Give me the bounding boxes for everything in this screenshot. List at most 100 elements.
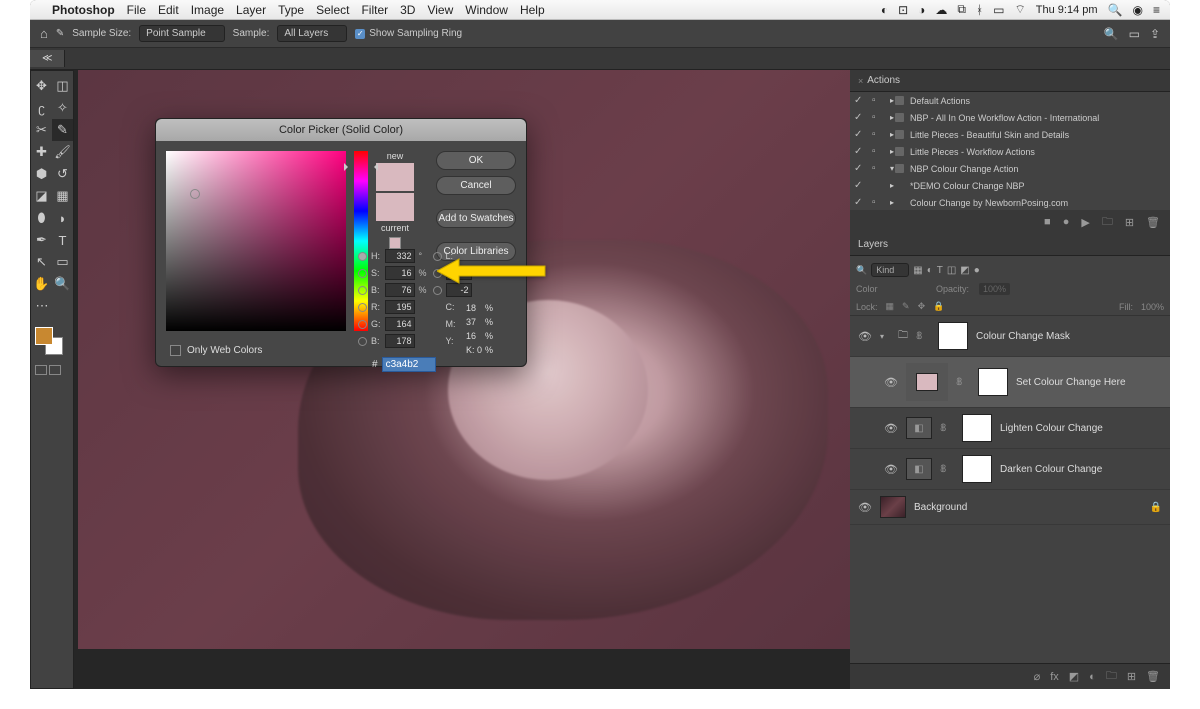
r-input[interactable]: [385, 300, 415, 314]
actions-panel-header[interactable]: ×Actions: [850, 70, 1170, 92]
blend-mode-select[interactable]: Color: [856, 284, 926, 294]
wifi-icon[interactable]: ⌔: [1015, 2, 1026, 17]
ok-button[interactable]: OK: [436, 151, 516, 170]
filter-icon[interactable]: T: [937, 265, 943, 276]
workspace-icon[interactable]: ▭: [1129, 27, 1140, 41]
eraser-tool-icon[interactable]: ◪: [31, 185, 52, 207]
layer-name[interactable]: Darken Colour Change: [1000, 464, 1102, 475]
quickmask-icon[interactable]: [35, 365, 47, 375]
solid-fill-thumb[interactable]: [906, 363, 948, 401]
battery-icon[interactable]: ▭: [993, 3, 1004, 17]
hex-input[interactable]: [382, 357, 436, 372]
doc-tab[interactable]: ≪: [30, 50, 65, 67]
g-input[interactable]: [385, 317, 415, 331]
menu-type[interactable]: Type: [278, 3, 304, 17]
b2-input[interactable]: [446, 283, 472, 297]
stop-icon[interactable]: ■: [1044, 216, 1051, 228]
sample-size-select[interactable]: Point Sample: [139, 25, 224, 42]
marquee-tool-icon[interactable]: ◫: [52, 75, 73, 97]
filter-icon[interactable]: ◫: [947, 265, 956, 276]
trash-icon[interactable]: 🗑: [1146, 670, 1160, 683]
share-icon[interactable]: ⇪: [1150, 27, 1160, 41]
dropbox-icon[interactable]: ⧉: [957, 2, 966, 17]
quickselect-tool-icon[interactable]: ✧: [52, 97, 73, 119]
layer-row[interactable]: 👁 ▾ 🗀 𝟠 Colour Change Mask: [850, 316, 1170, 357]
screenmode-icon[interactable]: [49, 365, 61, 375]
crop-tool-icon[interactable]: ✂: [31, 119, 52, 141]
zoom-tool-icon[interactable]: 🔍: [52, 273, 73, 295]
action-set[interactable]: NBP - All In One Workflow Action - Inter…: [910, 113, 1099, 123]
layer-row[interactable]: 👁 ◧ 𝟠 Lighten Colour Change: [850, 408, 1170, 449]
saturation-brightness-field[interactable]: [166, 151, 346, 331]
new-set-icon[interactable]: 🗀: [1102, 213, 1113, 232]
h-input[interactable]: [385, 249, 415, 263]
status-icon[interactable]: ◑: [918, 3, 925, 17]
mask-thumb[interactable]: [962, 414, 992, 442]
mask-thumb[interactable]: [978, 368, 1008, 396]
play-icon[interactable]: ▶: [1081, 216, 1089, 229]
web-only-checkbox[interactable]: [170, 345, 181, 356]
chevron-down-icon[interactable]: ▾: [880, 332, 890, 341]
visibility-icon[interactable]: 👁: [858, 501, 872, 514]
menu-file[interactable]: File: [127, 3, 146, 17]
radio-s[interactable]: [358, 269, 367, 278]
shape-tool-icon[interactable]: ▭: [52, 251, 73, 273]
trash-icon[interactable]: 🗑: [1146, 216, 1160, 229]
adjustment-thumb[interactable]: ◧: [906, 458, 932, 480]
heal-tool-icon[interactable]: ✚: [31, 141, 52, 163]
visibility-icon[interactable]: 👁: [884, 422, 898, 435]
lasso-tool-icon[interactable]: ʗ: [31, 97, 52, 119]
clock[interactable]: Thu 9:14 pm: [1036, 4, 1098, 16]
siri-icon[interactable]: ◉: [1133, 3, 1143, 17]
path-tool-icon[interactable]: ↖: [31, 251, 52, 273]
radio-h[interactable]: [358, 252, 367, 261]
visibility-icon[interactable]: 👁: [858, 330, 872, 343]
show-ring-checkbox[interactable]: ✓: [355, 29, 365, 39]
record-icon[interactable]: ●: [1063, 216, 1070, 228]
stamp-tool-icon[interactable]: ⬢: [31, 163, 52, 185]
menu-filter[interactable]: Filter: [361, 3, 388, 17]
status-icon[interactable]: ◐: [881, 3, 888, 17]
filter-icon[interactable]: ◩: [960, 265, 969, 276]
filter-icon[interactable]: ●: [974, 265, 980, 276]
fill-value[interactable]: 100%: [1141, 302, 1164, 312]
opacity-value[interactable]: 100%: [979, 283, 1010, 295]
adjustment-icon[interactable]: ◐: [1089, 671, 1096, 683]
fx-icon[interactable]: fx: [1050, 671, 1059, 683]
color-swatches[interactable]: [31, 323, 73, 357]
current-color-swatch[interactable]: [376, 193, 414, 221]
notifications-icon[interactable]: ≡: [1153, 3, 1160, 17]
status-icon[interactable]: ⊡: [898, 3, 908, 17]
group-icon[interactable]: 🗀: [1106, 667, 1117, 686]
gradient-tool-icon[interactable]: ▦: [52, 185, 73, 207]
type-tool-icon[interactable]: T: [52, 229, 73, 251]
adjustment-thumb[interactable]: ◧: [906, 417, 932, 439]
radio-bb[interactable]: [358, 337, 367, 346]
new-action-icon[interactable]: ⊞: [1125, 216, 1134, 229]
radio-b2[interactable]: [433, 286, 442, 295]
action-item[interactable]: Colour Change by NewbornPosing.com: [910, 198, 1068, 208]
layer-filter-select[interactable]: Kind: [871, 263, 909, 277]
layer-row[interactable]: 👁 ◧ 𝟠 Darken Colour Change: [850, 449, 1170, 490]
mask-icon[interactable]: ◩: [1069, 670, 1079, 683]
action-item[interactable]: *DEMO Colour Change NBP: [910, 181, 1025, 191]
extra-tool-icon[interactable]: ⋯: [31, 295, 53, 317]
filter-icon[interactable]: ▦: [913, 265, 922, 276]
bluetooth-icon[interactable]: ᚼ: [976, 3, 983, 17]
lock-icon[interactable]: ✎: [902, 301, 910, 312]
layer-row[interactable]: 👁 Background 🔒: [850, 490, 1170, 525]
mask-thumb[interactable]: [938, 322, 968, 350]
home-icon[interactable]: ⌂: [40, 26, 48, 41]
action-set[interactable]: Default Actions: [910, 96, 970, 106]
lock-icon[interactable]: ▦: [886, 301, 895, 312]
search-icon[interactable]: 🔍: [1104, 27, 1119, 41]
dodge-tool-icon[interactable]: ◗: [52, 207, 73, 229]
visibility-icon[interactable]: 👁: [884, 376, 898, 389]
hand-tool-icon[interactable]: ✋: [31, 273, 52, 295]
search-icon[interactable]: 🔍: [1108, 3, 1123, 17]
action-set[interactable]: Little Pieces - Workflow Actions: [910, 147, 1035, 157]
pen-tool-icon[interactable]: ✒: [31, 229, 52, 251]
action-set[interactable]: Little Pieces - Beautiful Skin and Detai…: [910, 130, 1069, 140]
menu-select[interactable]: Select: [316, 3, 349, 17]
layer-name[interactable]: Colour Change Mask: [976, 331, 1070, 342]
